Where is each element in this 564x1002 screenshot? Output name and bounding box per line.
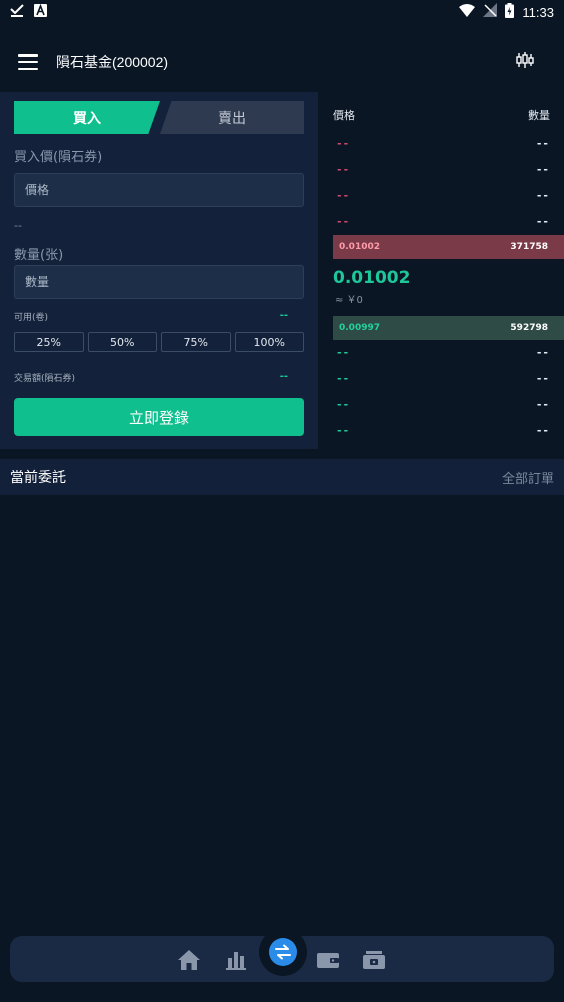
bid-price: --: [337, 372, 351, 385]
best-ask-qty: 371758: [510, 242, 548, 252]
clock: 11:33: [522, 4, 554, 20]
page-title: 隕石基金(200002): [56, 54, 169, 70]
price-converted-value: --: [14, 219, 22, 232]
amount-input[interactable]: [14, 265, 304, 299]
ask-qty: --: [536, 137, 550, 150]
no-signal-icon: [483, 3, 498, 21]
app-header: 隕石基金(200002): [0, 38, 564, 86]
ask-price: --: [337, 163, 351, 176]
purse-icon[interactable]: [361, 947, 387, 973]
bid-qty: --: [536, 424, 550, 437]
last-price-cny: ≈ ￥0: [335, 295, 363, 306]
ask-row[interactable]: -- --: [337, 189, 550, 202]
status-bar: 11:33: [0, 0, 564, 24]
bid-qty: --: [536, 372, 550, 385]
percent-100-button[interactable]: 100%: [234, 332, 304, 352]
best-bid-price: 0.00997: [339, 323, 380, 333]
bid-qty: --: [536, 398, 550, 411]
volume-label: 交易額(隕石券): [14, 374, 76, 384]
tab-buy[interactable]: 買入: [14, 101, 160, 134]
exchange-icon[interactable]: [259, 928, 307, 976]
ask-row[interactable]: -- --: [337, 215, 550, 228]
percent-selector: 25% 50% 75% 100%: [14, 332, 304, 352]
price-label: 買入價(隕石券): [14, 150, 103, 165]
best-bid-qty: 592798: [510, 323, 548, 333]
bar-chart-icon[interactable]: [223, 947, 249, 973]
buy-sell-tabs: 買入 賣出: [14, 101, 304, 134]
ask-price: --: [337, 137, 351, 150]
qty-column-header: 數量: [528, 109, 550, 122]
ask-price: --: [337, 215, 351, 228]
best-ask-row[interactable]: 0.01002 371758: [333, 235, 564, 259]
best-ask-price: 0.01002: [339, 242, 380, 252]
home-icon[interactable]: [176, 947, 202, 973]
menu-icon[interactable]: [18, 54, 38, 70]
wallet-icon[interactable]: [315, 947, 341, 973]
ask-qty: --: [536, 215, 550, 228]
bid-price: --: [337, 346, 351, 359]
amount-label: 數量(张): [14, 248, 64, 263]
ask-row[interactable]: -- --: [337, 163, 550, 176]
wifi-icon: [459, 3, 476, 21]
available-value: --: [279, 310, 288, 321]
percent-25-button[interactable]: 25%: [14, 332, 84, 352]
order-book-header: 價格 數量: [333, 107, 550, 123]
price-input[interactable]: [14, 173, 304, 207]
bid-row[interactable]: -- --: [337, 346, 550, 359]
percent-75-button[interactable]: 75%: [161, 332, 231, 352]
bid-price: --: [337, 424, 351, 437]
current-orders-title: 當前委託: [10, 470, 66, 486]
ask-qty: --: [536, 189, 550, 202]
all-orders-link[interactable]: 全部訂單: [502, 468, 554, 487]
bid-row[interactable]: -- --: [337, 424, 550, 437]
ask-row[interactable]: -- --: [337, 137, 550, 150]
bid-row[interactable]: -- --: [337, 372, 550, 385]
download-done-icon: [10, 3, 24, 21]
price-column-header: 價格: [333, 109, 355, 122]
best-bid-row[interactable]: 0.00997 592798: [333, 316, 564, 340]
bid-qty: --: [536, 346, 550, 359]
last-price: 0.01002: [333, 268, 411, 288]
available-label: 可用(卷): [14, 313, 49, 323]
bid-row[interactable]: -- --: [337, 398, 550, 411]
volume-value: --: [279, 371, 288, 382]
trade-panel: 買入 賣出 買入價(隕石券) -- 數量(张) 可用(卷) -- 25% 50%…: [0, 92, 318, 449]
tab-sell[interactable]: 賣出: [160, 101, 304, 134]
login-button[interactable]: 立即登錄: [14, 398, 304, 436]
app-notification-icon: [34, 3, 47, 21]
ask-qty: --: [536, 163, 550, 176]
percent-50-button[interactable]: 50%: [87, 332, 157, 352]
candlestick-chart-icon[interactable]: [516, 51, 534, 73]
current-orders-header: 當前委託 全部訂單: [0, 459, 564, 495]
bid-price: --: [337, 398, 351, 411]
order-book: 價格 數量 -- -- -- -- -- -- -- -- 0.01002 37…: [333, 92, 564, 449]
bottom-nav: [10, 928, 554, 982]
ask-price: --: [337, 189, 351, 202]
battery-charging-icon: [505, 2, 515, 22]
